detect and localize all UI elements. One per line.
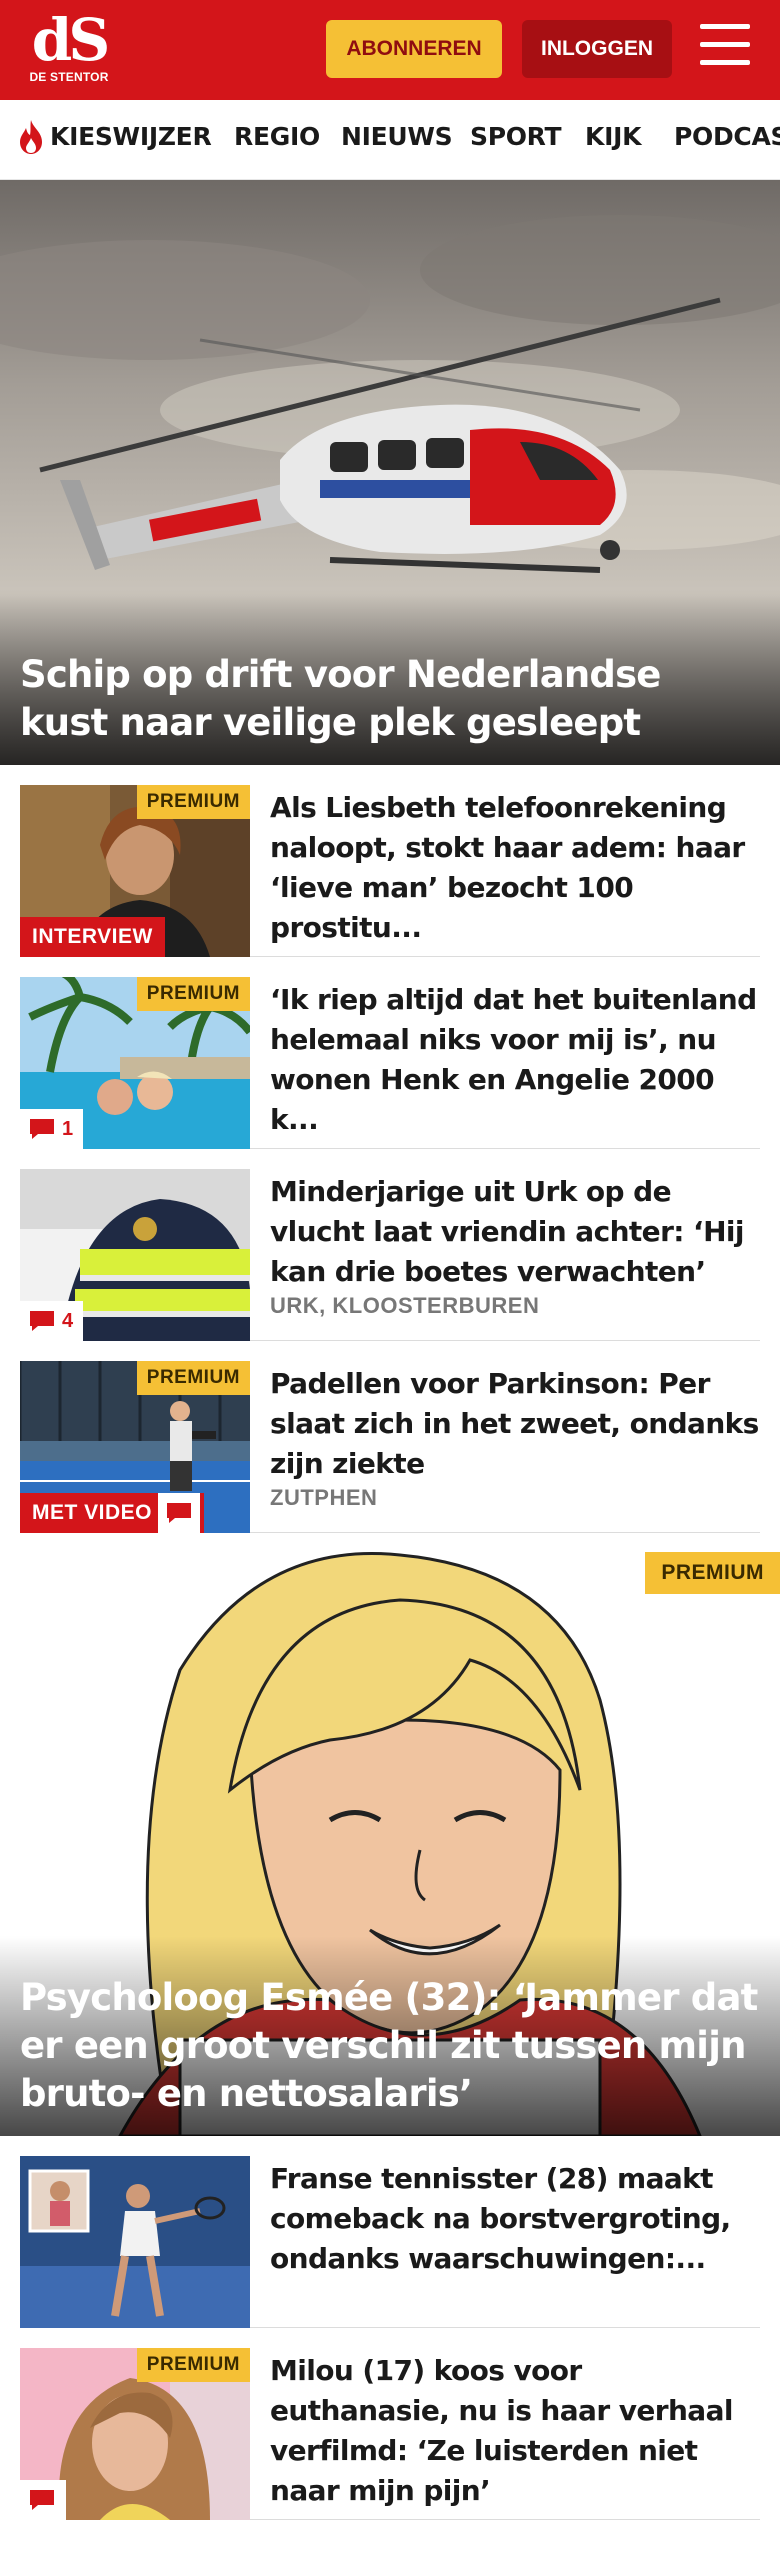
article-row[interactable]: 4 Minderjarige uit Urk op de vlucht laat… <box>20 1149 760 1341</box>
article-row[interactable]: PREMIUM 1 ‘Ik riep altijd dat het buiten… <box>20 957 760 1149</box>
premium-badge: PREMIUM <box>136 785 250 819</box>
nav-item-regio[interactable]: REGIO <box>234 122 320 151</box>
comment-count-value: 4 <box>62 1309 74 1332</box>
hamburger-menu-icon[interactable] <box>700 24 752 72</box>
interview-label: INTERVIEW <box>20 917 165 957</box>
nav-item-podcast[interactable]: PODCAST <box>674 122 780 151</box>
article-title[interactable]: Minderjarige uit Urk op de vlucht laat v… <box>270 1172 760 1292</box>
comment-icon <box>30 2490 54 2510</box>
login-button[interactable]: INLOGGEN <box>522 20 672 78</box>
comment-icon <box>30 1311 54 1331</box>
comment-count[interactable]: 4 <box>20 1301 84 1341</box>
premium-badge: PREMIUM <box>136 2348 250 2382</box>
comment-count-value: 1 <box>62 1117 74 1140</box>
article-title[interactable]: Franse tennisster (28) maakt comeback na… <box>270 2159 760 2279</box>
article-title[interactable]: Milou (17) koos voor euthanasie, nu is h… <box>270 2351 760 2511</box>
video-label-text: MET VIDEO <box>32 1501 153 1524</box>
tennis-player-image <box>20 2156 250 2328</box>
article-row[interactable]: PREMIUM Milou (17) koos voor euthanasie,… <box>20 2328 760 2520</box>
article-thumbnail[interactable]: PREMIUM 1 <box>20 977 250 1149</box>
article-title[interactable]: ‘Ik riep altijd dat het buitenland helem… <box>270 980 760 1140</box>
logo-mark: dS <box>31 6 110 74</box>
nav-item-kieswijzer[interactable]: KIESWIJZER <box>50 122 212 151</box>
logo-subtitle: DE STENTOR <box>29 70 109 84</box>
article-thumbnail[interactable] <box>20 2156 250 2328</box>
feature-article[interactable]: PREMIUM Psycholoog Esmée (32): ‘Jammer d… <box>0 1550 780 2136</box>
premium-badge: PREMIUM <box>136 1361 250 1395</box>
site-logo[interactable]: dS DE STENTOR <box>28 6 110 90</box>
subscribe-button[interactable]: ABONNEREN <box>326 20 502 78</box>
flame-icon <box>20 120 42 154</box>
premium-badge: PREMIUM <box>645 1552 780 1594</box>
article-row[interactable]: PREMIUM INTERVIEW Als Liesbeth telefoonr… <box>20 765 760 957</box>
article-location: ZUTPHEN <box>270 1485 378 1510</box>
hero-title[interactable]: Schip op drift voor Nederlandse kust naa… <box>20 651 760 747</box>
comment-icon <box>167 1503 191 1523</box>
top-bar: dS DE STENTOR ABONNEREN INLOGGEN <box>0 0 780 100</box>
comment-icon <box>30 1119 54 1139</box>
comment-count[interactable]: 1 <box>20 1109 84 1149</box>
hero-article[interactable]: Schip op drift voor Nederlandse kust naa… <box>0 180 780 765</box>
article-title[interactable]: Als Liesbeth telefoonrekening naloopt, s… <box>270 788 760 948</box>
article-thumbnail[interactable]: PREMIUM <box>20 2348 250 2520</box>
article-thumbnail[interactable]: PREMIUM INTERVIEW <box>20 785 250 957</box>
premium-badge: PREMIUM <box>136 977 250 1011</box>
comment-button[interactable] <box>158 1493 200 1533</box>
nav-item-kijk[interactable]: KIJK <box>585 122 641 151</box>
nav-item-nieuws[interactable]: NIEUWS <box>341 122 453 151</box>
article-thumbnail[interactable]: 4 <box>20 1169 250 1341</box>
feature-title[interactable]: Psycholoog Esmée (32): ‘Jammer dat er ee… <box>20 1974 760 2118</box>
article-thumbnail[interactable]: PREMIUM MET VIDEO <box>20 1361 250 1533</box>
comment-button[interactable] <box>20 2480 66 2520</box>
section-nav: KIESWIJZER REGIO NIEUWS SPORT KIJK PODCA… <box>0 100 780 180</box>
article-location: URK, KLOOSTERBUREN <box>270 1293 540 1318</box>
nav-item-sport[interactable]: SPORT <box>470 122 562 151</box>
article-row[interactable]: PREMIUM MET VIDEO Padellen voor Parkinso… <box>20 1341 760 1533</box>
article-title[interactable]: Padellen voor Parkinson: Per slaat zich … <box>270 1364 760 1484</box>
article-row[interactable]: Franse tennisster (28) maakt comeback na… <box>20 2136 760 2328</box>
